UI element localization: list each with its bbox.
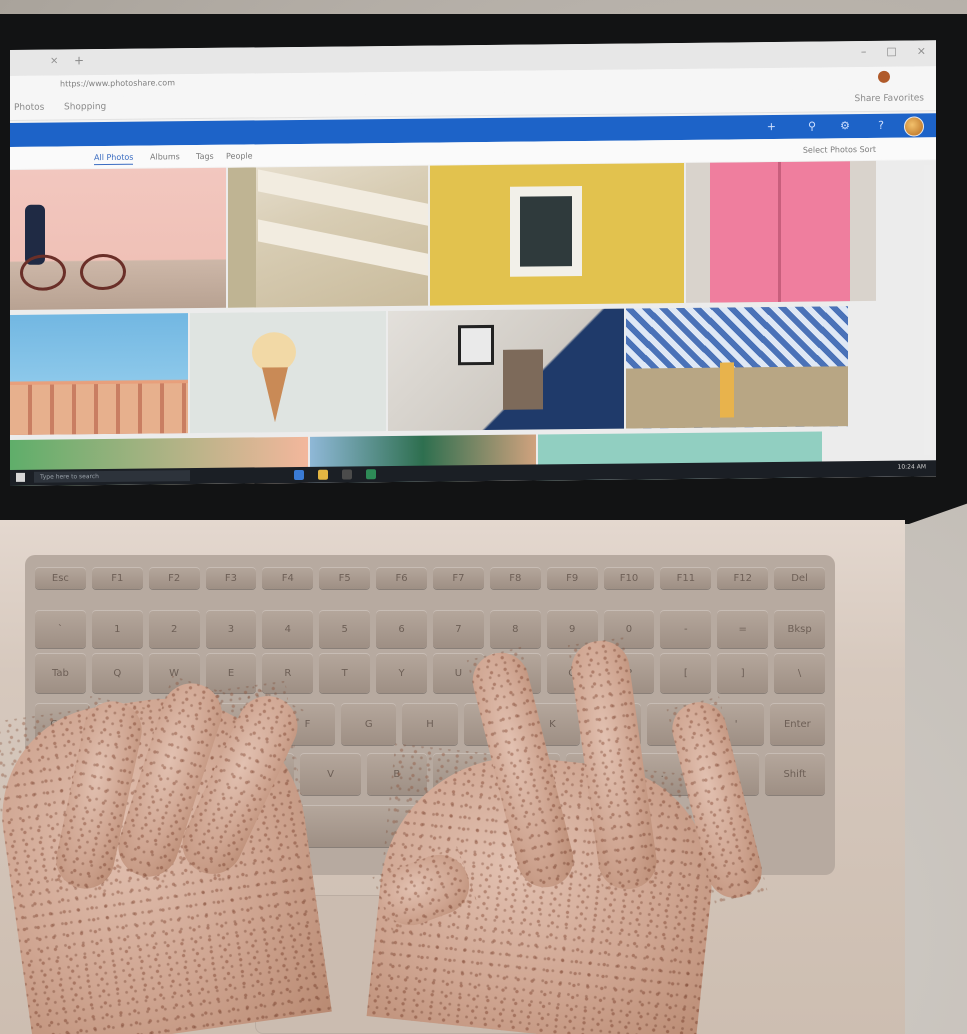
edge-icon[interactable] bbox=[294, 469, 304, 481]
photo-tile-azulejo-wall[interactable] bbox=[626, 306, 848, 429]
key-row3-1[interactable]: Q bbox=[91, 653, 143, 693]
plus-icon[interactable]: + bbox=[767, 120, 776, 133]
close-window-button[interactable]: × bbox=[917, 44, 926, 57]
tab-tags[interactable]: Tags bbox=[196, 152, 214, 161]
key-row1-4[interactable]: F4 bbox=[262, 567, 314, 589]
photo-tile-balconies[interactable] bbox=[228, 165, 428, 308]
photo-tile-cyclist[interactable] bbox=[10, 167, 226, 310]
key-row1-10[interactable]: F10 bbox=[603, 567, 655, 589]
tab-albums[interactable]: Albums bbox=[150, 152, 180, 161]
key-row2-8[interactable]: 8 bbox=[489, 610, 541, 648]
new-tab-button[interactable]: + bbox=[74, 53, 84, 67]
key-row1-6[interactable]: F6 bbox=[376, 567, 427, 589]
start-icon[interactable] bbox=[16, 472, 25, 482]
key-row1-3[interactable]: F3 bbox=[205, 567, 257, 589]
settings-icon[interactable]: ⚙ bbox=[840, 119, 850, 132]
key-row1-7[interactable]: F7 bbox=[433, 567, 484, 589]
profile-icon[interactable] bbox=[878, 70, 890, 83]
key-row3-12[interactable]: ] bbox=[717, 653, 769, 693]
photo-tile-lamp[interactable] bbox=[388, 308, 624, 432]
key-row1-12[interactable]: F12 bbox=[717, 567, 769, 589]
select-sort-control[interactable]: Select Photos Sort bbox=[803, 145, 876, 155]
key-row4-12[interactable]: Enter bbox=[769, 703, 825, 745]
share-favorites[interactable]: Share Favorites bbox=[855, 93, 925, 104]
folder-icon[interactable] bbox=[318, 469, 328, 480]
key-row3-0[interactable]: Tab bbox=[35, 653, 86, 693]
key-row2-3[interactable]: 3 bbox=[205, 610, 257, 648]
photo-tile-buildings[interactable] bbox=[10, 313, 188, 435]
key-row4-5[interactable]: G bbox=[341, 703, 397, 745]
key-row2-2[interactable]: 2 bbox=[148, 610, 200, 648]
key-row2-12[interactable]: = bbox=[717, 610, 769, 648]
key-row1-1[interactable]: F1 bbox=[91, 567, 143, 589]
key-row1-8[interactable]: F8 bbox=[489, 567, 541, 589]
photo-tile-ice-cream[interactable] bbox=[190, 311, 386, 434]
help-icon[interactable]: ? bbox=[878, 119, 884, 132]
favorite-photos[interactable]: Photos bbox=[14, 103, 44, 113]
key-row2-7[interactable]: 7 bbox=[433, 610, 484, 648]
minimize-button[interactable]: – bbox=[861, 45, 867, 58]
user-avatar[interactable] bbox=[904, 116, 924, 137]
photo-tile-yellow-window[interactable] bbox=[430, 162, 684, 306]
key-row2-6[interactable]: 6 bbox=[376, 610, 427, 648]
tab-people[interactable]: People bbox=[226, 151, 253, 160]
store-icon[interactable] bbox=[342, 469, 352, 480]
photos-icon[interactable] bbox=[366, 469, 376, 480]
url-text[interactable]: https://www.photoshare.com bbox=[60, 78, 175, 88]
key-row3-5[interactable]: T bbox=[319, 653, 371, 693]
photo-scene: × + – □ × https://www.photoshare.com Pho… bbox=[0, 0, 967, 1034]
photo-tile-pink-door[interactable] bbox=[686, 160, 876, 303]
taskbar-search-input[interactable]: Type here to search bbox=[34, 470, 190, 483]
key-row1-2[interactable]: F2 bbox=[148, 567, 200, 589]
key-row1-5[interactable]: F5 bbox=[319, 567, 371, 589]
key-row4-6[interactable]: H bbox=[402, 703, 458, 745]
key-row2-11[interactable]: - bbox=[660, 610, 712, 648]
gallery-scrollbar[interactable] bbox=[924, 165, 932, 456]
key-row2-13[interactable]: Bksp bbox=[774, 610, 825, 648]
key-row1-9[interactable]: F9 bbox=[546, 567, 598, 589]
key-row1-0[interactable]: Esc bbox=[35, 567, 86, 589]
key-row5-4[interactable]: V bbox=[300, 753, 361, 795]
key-row2-5[interactable]: 5 bbox=[319, 610, 371, 648]
maximize-button[interactable]: □ bbox=[886, 45, 896, 58]
key-row2-1[interactable]: 1 bbox=[91, 610, 143, 648]
laptop-screen: × + – □ × https://www.photoshare.com Pho… bbox=[10, 40, 936, 486]
window-controls: – □ × bbox=[861, 44, 926, 58]
key-row3-6[interactable]: Y bbox=[376, 653, 427, 693]
key-row2-4[interactable]: 4 bbox=[262, 610, 314, 648]
key-row3-11[interactable]: [ bbox=[660, 653, 712, 693]
tab-close-button[interactable]: × bbox=[50, 55, 58, 66]
key-row2-0[interactable]: ` bbox=[35, 610, 86, 648]
favorite-shopping[interactable]: Shopping bbox=[64, 102, 106, 112]
tab-all-photos[interactable]: All Photos bbox=[94, 152, 134, 166]
key-row3-13[interactable]: \ bbox=[774, 653, 825, 693]
photo-gallery bbox=[10, 160, 936, 486]
taskbar-clock: 10:24 AM bbox=[897, 463, 926, 471]
search-icon[interactable]: ⚲ bbox=[808, 120, 816, 133]
key-row1-13[interactable]: Del bbox=[774, 567, 825, 589]
key-row5-11[interactable]: Shift bbox=[764, 753, 825, 795]
key-row1-11[interactable]: F11 bbox=[660, 567, 712, 589]
